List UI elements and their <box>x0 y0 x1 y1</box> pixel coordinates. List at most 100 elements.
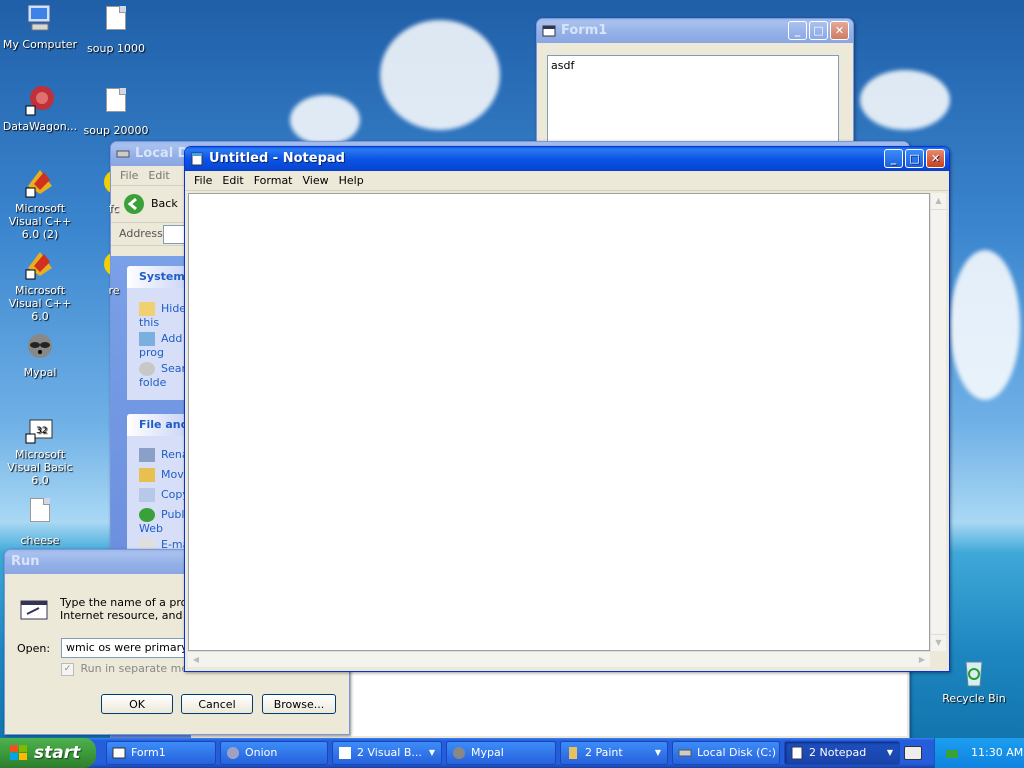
form1-window[interactable]: Form1 _ □ ✕ asdf <box>536 18 854 150</box>
task-rename[interactable]: Rena <box>139 448 189 462</box>
copy-icon <box>139 488 155 502</box>
raccoon-icon <box>28 334 52 358</box>
notepad-window[interactable]: Untitled - Notepad _ □ ✕ File Edit Forma… <box>184 146 950 672</box>
desktop-icon-label: DataWagon... <box>2 120 78 133</box>
maximize-button[interactable]: □ <box>905 149 924 168</box>
open-label: Open: <box>17 642 51 655</box>
ok-button[interactable]: OK <box>101 694 173 714</box>
taskbar-item-onion[interactable]: Onion <box>220 741 328 765</box>
desktop-icon-label: Microsoft Visual C++ 6.0 (2) <box>8 202 72 241</box>
drive-icon <box>678 749 692 757</box>
cloud-decoration <box>290 95 360 145</box>
taskbar-item-visual-basic[interactable]: 2 Visual B... ▼ <box>332 741 442 765</box>
rename-icon <box>139 448 155 462</box>
form1-titlebar[interactable]: Form1 _ □ ✕ <box>537 19 853 43</box>
textbox-value: asdf <box>551 59 575 72</box>
form-icon <box>542 25 556 37</box>
visual-basic-icon <box>339 747 351 759</box>
desktop-icon-label: cheese <box>20 534 60 547</box>
menu-help[interactable]: Help <box>334 171 369 190</box>
desktop-icon-my-computer[interactable]: My Computer <box>0 2 80 51</box>
window-title: Run <box>11 554 40 569</box>
group-arrow-icon: ▼ <box>886 748 893 757</box>
desktop-icon-soup-20000[interactable]: soup 20000 <box>76 84 156 137</box>
group-arrow-icon: ▼ <box>428 748 435 757</box>
notepad-text-area[interactable] <box>188 193 930 651</box>
cloud-decoration <box>380 20 500 130</box>
start-button[interactable]: start <box>0 738 96 768</box>
file-icon <box>30 498 50 522</box>
clock[interactable]: 11:30 AM <box>971 746 1023 759</box>
desktop-icon-label: Microsoft Visual C++ 6.0 <box>8 284 72 323</box>
scroll-down-arrow[interactable]: ▼ <box>931 634 946 651</box>
back-button[interactable]: Back <box>123 192 178 216</box>
form1-textbox[interactable]: asdf <box>547 55 839 149</box>
notepad-icon <box>191 152 203 166</box>
computer-icon <box>27 4 51 31</box>
maximize-button[interactable]: □ <box>809 21 828 40</box>
run-separate-checkbox[interactable]: ✓ Run in separate memo <box>61 662 197 676</box>
paint-icon <box>569 747 577 759</box>
menu-edit[interactable]: Edit <box>143 166 174 185</box>
resize-grip[interactable] <box>930 651 946 667</box>
taskbar-item-mypal[interactable]: Mypal <box>446 741 556 765</box>
back-arrow-icon <box>124 194 144 214</box>
file-tasks-header[interactable]: File and <box>127 414 191 436</box>
run-icon <box>20 600 48 620</box>
raccoon-icon <box>453 747 465 759</box>
notepad-menubar: File Edit Format View Help <box>185 171 949 191</box>
task-copy[interactable]: Copy <box>139 488 189 502</box>
close-button[interactable]: ✕ <box>830 21 849 40</box>
run-description: Type the name of a progr Internet resour… <box>60 596 199 622</box>
desktop-icon-fc[interactable]: fc <box>64 166 124 215</box>
scroll-left-arrow[interactable]: ◀ <box>188 652 204 667</box>
scroll-up-arrow[interactable]: ▲ <box>931 193 946 210</box>
menu-edit[interactable]: Edit <box>217 171 248 190</box>
vertical-scrollbar[interactable]: ▲ ▼ <box>930 193 946 651</box>
desktop-icon-datawagon[interactable]: DataWagon... <box>0 84 80 133</box>
group-arrow-icon: ▼ <box>654 748 661 757</box>
search-icon <box>139 362 155 376</box>
folder-icon <box>139 302 155 316</box>
browse-button[interactable]: Browse... <box>262 694 336 714</box>
desktop-icon-vb6[interactable]: 32 Microsoft Visual Basic 6.0 <box>0 412 80 487</box>
visual-cpp-icon <box>25 170 52 198</box>
taskbar: start Form1 Onion 2 Visual B... ▼ Mypal … <box>0 738 1024 768</box>
recycle-bin-icon <box>965 661 983 687</box>
minimize-button[interactable]: _ <box>884 149 903 168</box>
file-icon <box>106 6 126 30</box>
desktop-icon-soup-1000[interactable]: soup 1000 <box>76 2 156 55</box>
close-button[interactable]: ✕ <box>926 149 945 168</box>
system-tray: 11:30 AM <box>934 738 1024 768</box>
menu-file[interactable]: File <box>189 171 217 190</box>
desktop-icon-label: Mypal <box>23 366 57 379</box>
keyboard-icon[interactable] <box>904 746 922 760</box>
taskbar-item-notepad[interactable]: 2 Notepad ▼ <box>784 741 900 765</box>
scroll-right-arrow[interactable]: ▶ <box>914 652 930 667</box>
explorer-content[interactable] <box>351 662 907 736</box>
taskbar-item-local-disk[interactable]: Local Disk (C:) <box>672 741 780 765</box>
minimize-button[interactable]: _ <box>788 21 807 40</box>
taskbar-item-form1[interactable]: Form1 <box>106 741 216 765</box>
notepad-titlebar[interactable]: Untitled - Notepad _ □ ✕ <box>185 147 949 171</box>
window-title: Form1 <box>561 23 608 38</box>
open-input[interactable]: wmic os were primary =1 <box>61 638 197 658</box>
horizontal-scrollbar[interactable]: ◀ ▶ <box>188 651 930 667</box>
address-label: Address <box>119 227 163 240</box>
desktop-icon-re[interactable]: re <box>64 248 124 297</box>
task-move[interactable]: Move <box>139 468 191 482</box>
desktop-icon-label: My Computer <box>2 38 78 51</box>
visual-cpp-icon <box>104 170 124 194</box>
move-icon <box>139 468 155 482</box>
cancel-button[interactable]: Cancel <box>181 694 253 714</box>
form-icon <box>112 747 126 759</box>
desktop-icon-cheese[interactable]: cheese <box>0 494 80 547</box>
menu-format[interactable]: Format <box>249 171 298 190</box>
add-icon <box>139 332 155 346</box>
taskbar-item-paint[interactable]: 2 Paint ▼ <box>560 741 668 765</box>
desktop-icon-mypal[interactable]: Mypal <box>0 330 80 379</box>
menu-view[interactable]: View <box>298 171 334 190</box>
network-icon[interactable] <box>945 746 959 760</box>
system-tasks-header[interactable]: System <box>127 266 191 288</box>
cloud-decoration <box>950 250 1020 400</box>
